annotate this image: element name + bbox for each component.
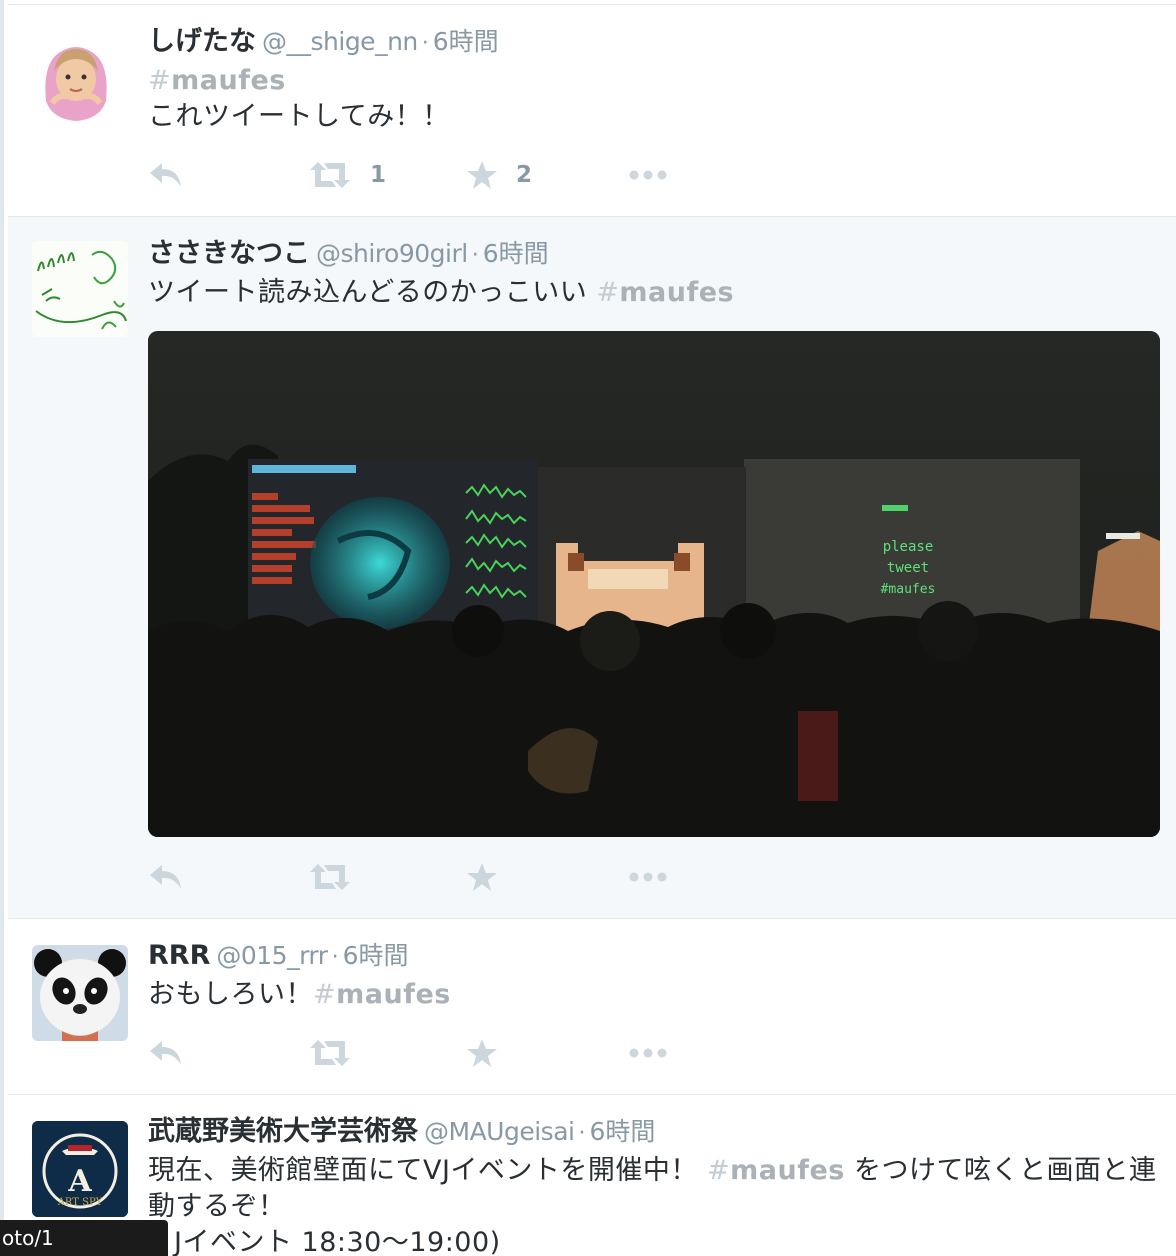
avatar[interactable]: A ART SPY — [32, 1121, 128, 1217]
timestamp[interactable]: 6時間 — [483, 239, 549, 268]
event-photo: please tweet #maufes — [148, 331, 1160, 837]
avatar-image — [32, 945, 128, 1041]
tweet-text: 現在、美術館壁面にてVJイベントを開催中！ #maufes をつけて呟くと画面と… — [148, 1153, 1156, 1189]
favorite-count: 2 — [516, 162, 533, 188]
projection-line-1: please — [883, 539, 934, 555]
more-button[interactable] — [628, 155, 668, 195]
favorite-button[interactable] — [466, 1033, 498, 1073]
timestamp[interactable]: 6時間 — [589, 1117, 655, 1146]
tweet-text-line: Jイベント 18:30〜19:00) — [174, 1227, 501, 1256]
tweet[interactable]: RRR @015_rrr · 6時間 おもしろい！#maufes — [8, 918, 1176, 1094]
hash-symbol: # — [148, 65, 172, 96]
retweet-button[interactable] — [308, 857, 352, 897]
avatar-image: A ART SPY — [32, 1121, 128, 1217]
avatar-label: ART SPY — [57, 1197, 103, 1208]
tweet-text-line: 動するぞ！ — [148, 1191, 286, 1222]
retweet-icon — [310, 864, 350, 890]
hashtag-link[interactable]: #maufes — [148, 65, 286, 96]
screen-name[interactable]: @015_rrr — [216, 941, 328, 970]
more-dots-icon — [629, 872, 667, 882]
more-dots-icon — [629, 1048, 667, 1058]
hashtag-text: maufes — [730, 1155, 845, 1186]
screen-name[interactable]: @__shige_nn — [262, 27, 418, 56]
separator: · — [421, 31, 429, 56]
reply-button[interactable] — [148, 155, 184, 195]
separator: · — [331, 945, 339, 970]
author-name[interactable]: RRR — [148, 940, 210, 971]
favorite-star-icon — [467, 863, 497, 891]
hashtag-text: maufes — [336, 979, 451, 1010]
retweet-button[interactable] — [308, 1033, 352, 1073]
projection-line-3: #maufes — [881, 582, 936, 597]
separator: · — [578, 1121, 586, 1146]
avatar[interactable] — [32, 241, 128, 337]
retweet-count: 1 — [370, 162, 387, 188]
more-dots-icon — [629, 170, 667, 180]
tweet-header: 武蔵野美術大学芸術祭 @MAUgeisai · 6時間 — [148, 1115, 655, 1151]
status-url-tooltip: oto/1 — [0, 1220, 168, 1256]
reply-button[interactable] — [148, 857, 184, 897]
favorite-star-icon — [467, 161, 497, 189]
hash-symbol: # — [596, 277, 620, 308]
hash-symbol: # — [313, 979, 337, 1010]
svg-text:A: A — [67, 1164, 92, 1199]
reply-icon — [150, 163, 181, 187]
avatar[interactable] — [32, 945, 128, 1041]
reply-icon — [150, 865, 181, 889]
screen-name[interactable]: @MAUgeisai — [424, 1117, 575, 1146]
tweet-actions: 1 2 — [148, 155, 708, 195]
favorite-button[interactable]: 2 — [466, 155, 532, 195]
hash-symbol: # — [707, 1155, 731, 1186]
tweet-text-line: これツイートしてみ！！ — [148, 101, 450, 132]
avatar-image — [32, 241, 128, 337]
tweet[interactable]: ささきなつこ @shiro90girl · 6時間 ツイート読み込んどるのかっこいい … — [8, 216, 1176, 918]
favorite-button[interactable] — [466, 857, 498, 897]
timestamp[interactable]: 6時間 — [433, 27, 499, 56]
hashtag-text: maufes — [619, 277, 735, 308]
hashtag-link[interactable]: #maufes — [707, 1155, 845, 1186]
tweet-actions — [148, 1033, 708, 1073]
tweet-header: ささきなつこ @shiro90girl · 6時間 — [148, 237, 549, 273]
author-name[interactable]: ささきなつこ — [148, 238, 310, 269]
tweet-photo[interactable]: please tweet #maufes — [148, 331, 1160, 837]
favorite-star-icon — [467, 1039, 497, 1067]
tweet-text: おもしろい！#maufes — [148, 977, 451, 1013]
author-name[interactable]: 武蔵野美術大学芸術祭 — [148, 1116, 418, 1147]
reply-icon — [150, 1041, 181, 1065]
tweet-header: しげたな @__shige_nn · 6時間 — [148, 25, 499, 61]
more-button[interactable] — [628, 1033, 668, 1073]
tweet-text-body: ツイート読み込んどるのかっこいい — [148, 277, 588, 308]
tweet-text-body: おもしろい！ — [148, 979, 313, 1010]
hashtag-text: maufes — [171, 65, 286, 96]
hashtag-link[interactable]: #maufes — [596, 277, 734, 308]
tweet-text: #maufes — [148, 63, 286, 99]
tweet-actions — [148, 857, 708, 897]
projection-line-2: tweet — [887, 560, 929, 576]
timestamp[interactable]: 6時間 — [343, 941, 409, 970]
reply-button[interactable] — [148, 1033, 184, 1073]
avatar[interactable] — [28, 31, 124, 127]
tweet-text: ツイート読み込んどるのかっこいい #maufes — [148, 275, 734, 311]
retweet-icon — [310, 162, 350, 188]
retweet-button[interactable]: 1 — [308, 155, 386, 195]
retweet-icon — [310, 1040, 350, 1066]
tweet-text-body: 現在、美術館壁面にてVJイベントを開催中！ — [148, 1155, 698, 1186]
author-name[interactable]: しげたな — [148, 26, 256, 57]
avatar-image — [28, 31, 124, 127]
hashtag-link[interactable]: #maufes — [313, 979, 451, 1010]
tweet[interactable]: しげたな @__shige_nn · 6時間 #maufes これツイートしてみ！！ … — [8, 4, 1176, 216]
timeline: しげたな @__shige_nn · 6時間 #maufes これツイートしてみ！！ … — [0, 0, 1176, 1256]
separator: · — [471, 243, 479, 268]
tweet[interactable]: A ART SPY 武蔵野美術大学芸術祭 @MAUgeisai · 6時間 現在、美術… — [8, 1094, 1176, 1256]
more-button[interactable] — [628, 857, 668, 897]
screen-name[interactable]: @shiro90girl — [316, 239, 468, 268]
tweet-header: RRR @015_rrr · 6時間 — [148, 939, 408, 975]
tweet-text-body-cont: をつけて呟くと画面と連 — [853, 1155, 1157, 1186]
